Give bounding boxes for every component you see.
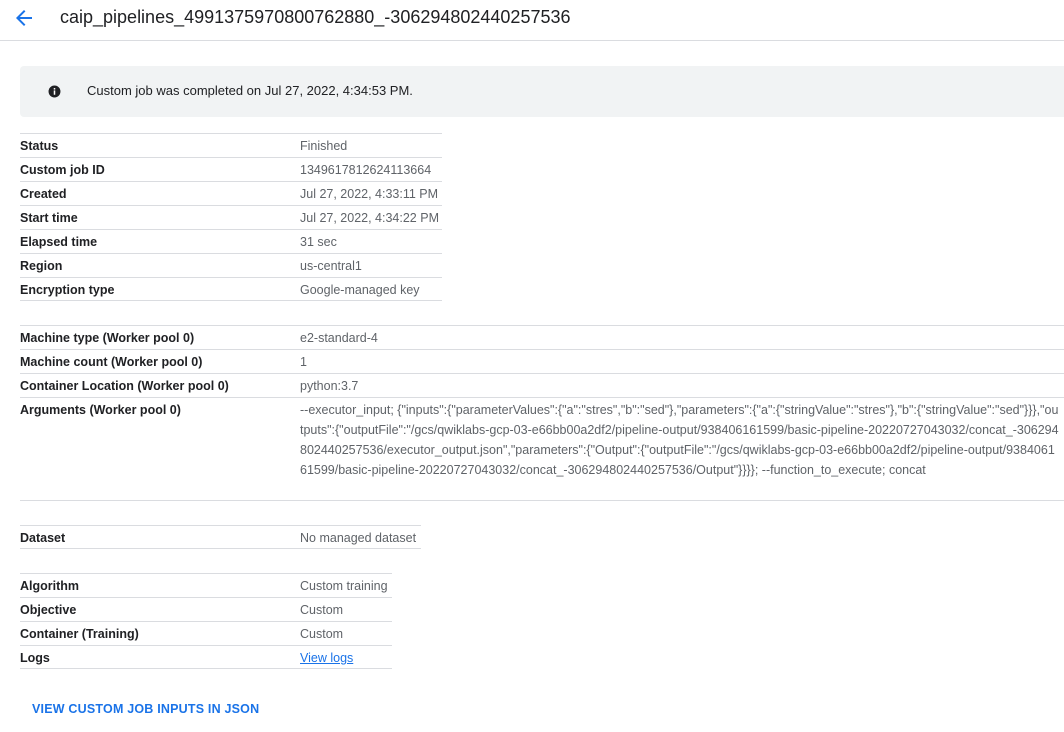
view-logs-link[interactable]: View logs <box>300 646 353 668</box>
detail-row-arguments: Arguments (Worker pool 0) --executor_inp… <box>20 397 1064 501</box>
dataset-table: Dataset No managed dataset <box>20 525 421 549</box>
banner-message: Custom job was completed on Jul 27, 2022… <box>87 83 413 98</box>
detail-key: Arguments (Worker pool 0) <box>20 403 181 417</box>
detail-key: Logs <box>20 651 50 665</box>
detail-value: Custom training <box>300 579 388 593</box>
detail-value: Custom <box>300 627 344 641</box>
detail-key: Objective <box>20 603 77 617</box>
detail-key: Encryption type <box>20 283 115 297</box>
detail-key: Elapsed time <box>20 235 98 249</box>
view-json-button[interactable]: VIEW CUSTOM JOB INPUTS IN JSON <box>32 702 259 716</box>
detail-row-machine-type: Machine type (Worker pool 0) e2-standard… <box>20 325 1064 349</box>
page-header: caip_pipelines_4991375970800762880_-3062… <box>0 0 1064 41</box>
detail-row-dataset: Dataset No managed dataset <box>20 525 421 549</box>
completion-banner: Custom job was completed on Jul 27, 2022… <box>20 66 1064 117</box>
detail-value: 1 <box>300 355 307 369</box>
worker-pool-table: Machine type (Worker pool 0) e2-standard… <box>20 325 1064 501</box>
detail-row-algorithm: Algorithm Custom training <box>20 573 392 597</box>
job-details-table: Status Finished Custom job ID 1349617812… <box>20 133 442 301</box>
detail-row-start-time: Start time Jul 27, 2022, 4:34:22 PM <box>20 205 442 229</box>
detail-row-region: Region us-central1 <box>20 253 442 277</box>
detail-row-machine-count: Machine count (Worker pool 0) 1 <box>20 349 1064 373</box>
detail-key: Custom job ID <box>20 163 105 177</box>
detail-row-container-location: Container Location (Worker pool 0) pytho… <box>20 373 1064 397</box>
detail-key: Machine count (Worker pool 0) <box>20 355 203 369</box>
info-icon <box>48 85 61 98</box>
detail-key: Start time <box>20 211 78 225</box>
page-title: caip_pipelines_4991375970800762880_-3062… <box>60 7 571 27</box>
detail-row-elapsed-time: Elapsed time 31 sec <box>20 229 442 253</box>
detail-value: No managed dataset <box>300 531 417 545</box>
detail-row-status: Status Finished <box>20 133 442 157</box>
training-table: Algorithm Custom training Objective Cust… <box>20 573 392 669</box>
detail-row-encryption: Encryption type Google-managed key <box>20 277 442 301</box>
detail-row-logs: Logs View logs <box>20 645 392 669</box>
detail-value: python:3.7 <box>300 379 359 393</box>
detail-row-container-training: Container (Training) Custom <box>20 621 392 645</box>
detail-row-created: Created Jul 27, 2022, 4:33:11 PM <box>20 181 442 205</box>
detail-key: Created <box>20 187 67 201</box>
detail-value: Finished <box>300 139 348 153</box>
detail-key: Status <box>20 139 59 153</box>
detail-value: 1349617812624113664 <box>300 163 432 177</box>
back-arrow-icon[interactable] <box>12 6 36 30</box>
detail-value: Google-managed key <box>300 283 420 297</box>
detail-key: Container Location (Worker pool 0) <box>20 379 229 393</box>
detail-value: Jul 27, 2022, 4:34:22 PM <box>300 211 439 225</box>
arguments-value: --executor_input; {"inputs":{"parameterV… <box>300 403 1059 477</box>
detail-key: Container (Training) <box>20 627 139 641</box>
detail-key: Region <box>20 259 63 273</box>
detail-value: e2-standard-4 <box>300 331 378 345</box>
detail-key: Dataset <box>20 531 66 545</box>
detail-row-job-id: Custom job ID 1349617812624113664 <box>20 157 442 181</box>
detail-value: Jul 27, 2022, 4:33:11 PM <box>300 187 439 201</box>
detail-row-objective: Objective Custom <box>20 597 392 621</box>
detail-key: Algorithm <box>20 579 80 593</box>
detail-value: 31 sec <box>300 235 337 249</box>
detail-key: Machine type (Worker pool 0) <box>20 331 195 345</box>
detail-value: Custom <box>300 603 344 617</box>
detail-value: us-central1 <box>300 259 362 273</box>
